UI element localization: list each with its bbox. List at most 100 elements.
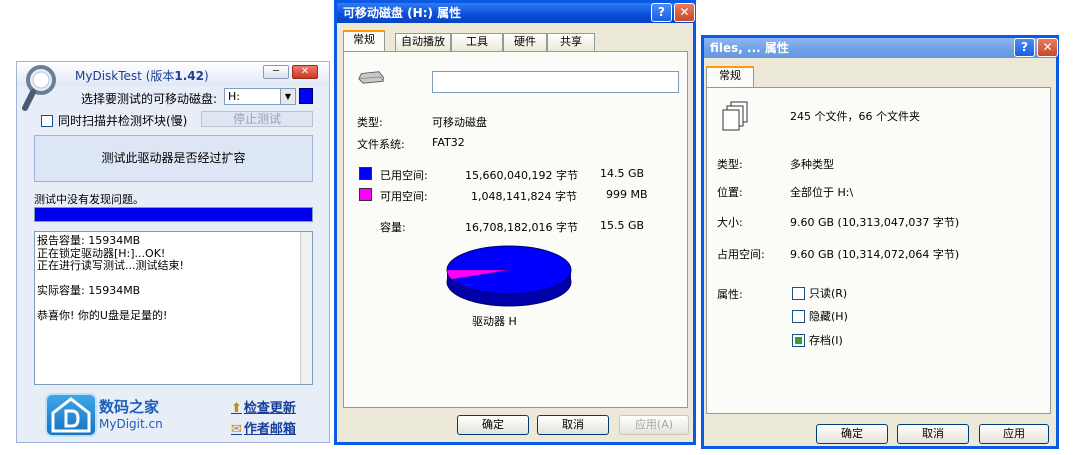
log-line: 实际容量: 15934MB <box>37 284 141 297</box>
type-label: 类型: <box>357 116 383 129</box>
separator <box>715 272 1041 273</box>
general-tab-panel: 类型: 可移动磁盘 文件系统: FAT32 已用空间: 15,660,040,1… <box>343 51 688 408</box>
scan-bad-blocks-option[interactable]: 同时扫描并检测坏块(慢) <box>41 112 187 129</box>
archive-checkbox[interactable] <box>792 333 805 347</box>
cancel-button[interactable]: 取消 <box>537 415 609 435</box>
used-space-size: 14.5 GB <box>600 167 645 180</box>
tab-hardware[interactable]: 硬件 <box>503 33 547 51</box>
type-value: 可移动磁盘 <box>432 116 487 129</box>
close-icon: ✕ <box>1042 40 1053 54</box>
drive-properties-title[interactable]: 可移动磁盘 (H:) 属性 <box>337 3 693 23</box>
readonly-label: 只读(R) <box>809 287 848 300</box>
check-update-label: 检查更新 <box>243 401 296 416</box>
author-mail-link[interactable]: ✉ 作者邮箱 <box>231 418 296 437</box>
check-update-link[interactable]: ⬆ 检查更新 <box>231 397 296 416</box>
close-button[interactable]: ✕ <box>1037 38 1058 57</box>
close-button[interactable]: ✕ <box>674 3 695 22</box>
scan-bad-blocks-checkbox[interactable] <box>41 114 53 127</box>
magnifier-logo-icon <box>22 65 56 111</box>
help-button[interactable]: ? <box>1014 38 1035 57</box>
general-tab-panel: 245 个文件，66 个文件夹 类型: 多种类型 位置: 全部位于 H:\ 大小… <box>706 87 1051 414</box>
used-space-legend <box>359 167 372 180</box>
drive-select-value: H: <box>228 90 240 103</box>
archive-label: 存档(I) <box>809 334 843 347</box>
location-value: 全部位于 H:\ <box>790 186 854 199</box>
ok-button[interactable]: 确定 <box>457 415 529 435</box>
color-swatch[interactable] <box>299 88 313 104</box>
help-button[interactable]: ? <box>651 3 672 22</box>
log-output[interactable]: 报告容量: 15934MB 正在锁定驱动器[H:]...OK! 正在进行读写测试..… <box>34 231 313 385</box>
log-line: 正在进行读写测试...测试结束! <box>37 259 184 272</box>
brand-site: MyDigit.cn <box>99 417 163 431</box>
brand-name: 数码之家 <box>99 398 160 416</box>
archive-option[interactable]: 存档(I) <box>792 332 843 348</box>
hidden-checkbox[interactable] <box>792 309 805 323</box>
minimize-button[interactable]: ─ <box>263 65 289 79</box>
tab-sharing[interactable]: 共享 <box>547 33 595 51</box>
tab-autoplay[interactable]: 自动播放 <box>395 33 451 51</box>
close-icon: ✕ <box>679 5 690 19</box>
disk-size-label: 占用空间: <box>717 248 765 261</box>
free-space-size: 999 MB <box>606 188 648 201</box>
size-label: 大小: <box>717 216 743 229</box>
mail-icon: ✉ <box>231 422 242 437</box>
drive-caption: 驱动器 H <box>472 315 517 328</box>
drive-select[interactable]: H: ▼ <box>224 88 296 105</box>
free-space-label: 可用空间: <box>380 190 428 203</box>
size-value: 9.60 GB (10,313,047,037 字节) <box>790 216 960 229</box>
separator <box>715 143 1041 144</box>
house-d-icon <box>51 397 91 433</box>
location-label: 位置: <box>717 186 743 199</box>
free-space-bytes: 1,048,141,824 字节 <box>471 190 577 203</box>
log-line: 恭喜你! 你的U盘是足量的! <box>37 309 168 322</box>
used-space-label: 已用空间: <box>380 169 428 182</box>
disk-usage-pie-chart <box>446 245 572 307</box>
type-value: 多种类型 <box>790 158 834 171</box>
ok-button[interactable]: 确定 <box>816 424 888 444</box>
files-properties-title[interactable]: files, ... 属性 <box>704 38 1056 58</box>
start-test-button[interactable]: 测试此驱动器是否经过扩容 <box>34 135 313 182</box>
removable-drive-icon <box>358 71 384 84</box>
files-summary: 245 个文件，66 个文件夹 <box>790 110 920 123</box>
log-scrollbar[interactable] <box>300 232 312 384</box>
capacity-label: 容量: <box>380 221 406 234</box>
scan-bad-blocks-label: 同时扫描并检测坏块(慢) <box>58 114 188 128</box>
help-icon: ? <box>1021 40 1028 54</box>
type-label: 类型: <box>717 158 743 171</box>
capacity-size: 15.5 GB <box>600 219 645 232</box>
drive-label-input[interactable] <box>432 71 679 93</box>
tab-general[interactable]: 常规 <box>343 30 385 51</box>
log-line: 报告容量: 15934MB <box>37 234 141 247</box>
readonly-checkbox[interactable] <box>792 286 805 300</box>
tab-tools[interactable]: 工具 <box>451 33 503 51</box>
tab-general[interactable]: 常规 <box>706 66 754 87</box>
status-text: 测试中没有发现问题。 <box>34 193 144 206</box>
apply-button[interactable]: 应用 <box>979 424 1049 444</box>
stop-test-button[interactable]: 停止测试 <box>201 111 313 127</box>
mydisktest-title: MyDiskTest (版本1.42) <box>75 69 209 83</box>
close-button[interactable]: ✕ <box>292 65 318 79</box>
filesystem-value: FAT32 <box>432 136 465 149</box>
minimize-icon: ─ <box>272 66 280 77</box>
capacity-bytes: 16,708,182,016 字节 <box>465 221 578 234</box>
chevron-down-icon[interactable]: ▼ <box>280 89 295 104</box>
mydisktest-window: MyDiskTest (版本1.42) ─ ✕ 选择要测试的可移动磁盘: H: … <box>16 61 330 443</box>
apply-button[interactable]: 应用(A) <box>619 415 689 435</box>
hidden-label: 隐藏(H) <box>809 310 848 323</box>
log-lines: 报告容量: 15934MB 正在锁定驱动器[H:]...OK! 正在进行读写测试..… <box>37 234 310 323</box>
hidden-option[interactable]: 隐藏(H) <box>792 308 848 324</box>
update-arrow-icon: ⬆ <box>231 401 242 416</box>
progress-bar <box>34 207 313 222</box>
close-icon: ✕ <box>300 66 310 77</box>
cancel-button[interactable]: 取消 <box>897 424 969 444</box>
drive-properties-window: 可移动磁盘 (H:) 属性 ? ✕ 常规 自动播放 工具 硬件 共享 类型: 可… <box>334 0 696 445</box>
filesystem-label: 文件系统: <box>357 138 405 151</box>
separator <box>352 156 678 157</box>
readonly-option[interactable]: 只读(R) <box>792 285 847 301</box>
multiple-files-icon <box>722 101 748 131</box>
attributes-label: 属性: <box>717 288 743 301</box>
mydigit-logo-icon[interactable] <box>45 393 97 437</box>
files-properties-window: files, ... 属性 ? ✕ 常规 245 个文件，66 个文件夹 类型:… <box>701 35 1059 449</box>
select-drive-label: 选择要测试的可移动磁盘: <box>81 92 218 106</box>
used-space-bytes: 15,660,040,192 字节 <box>465 169 578 182</box>
